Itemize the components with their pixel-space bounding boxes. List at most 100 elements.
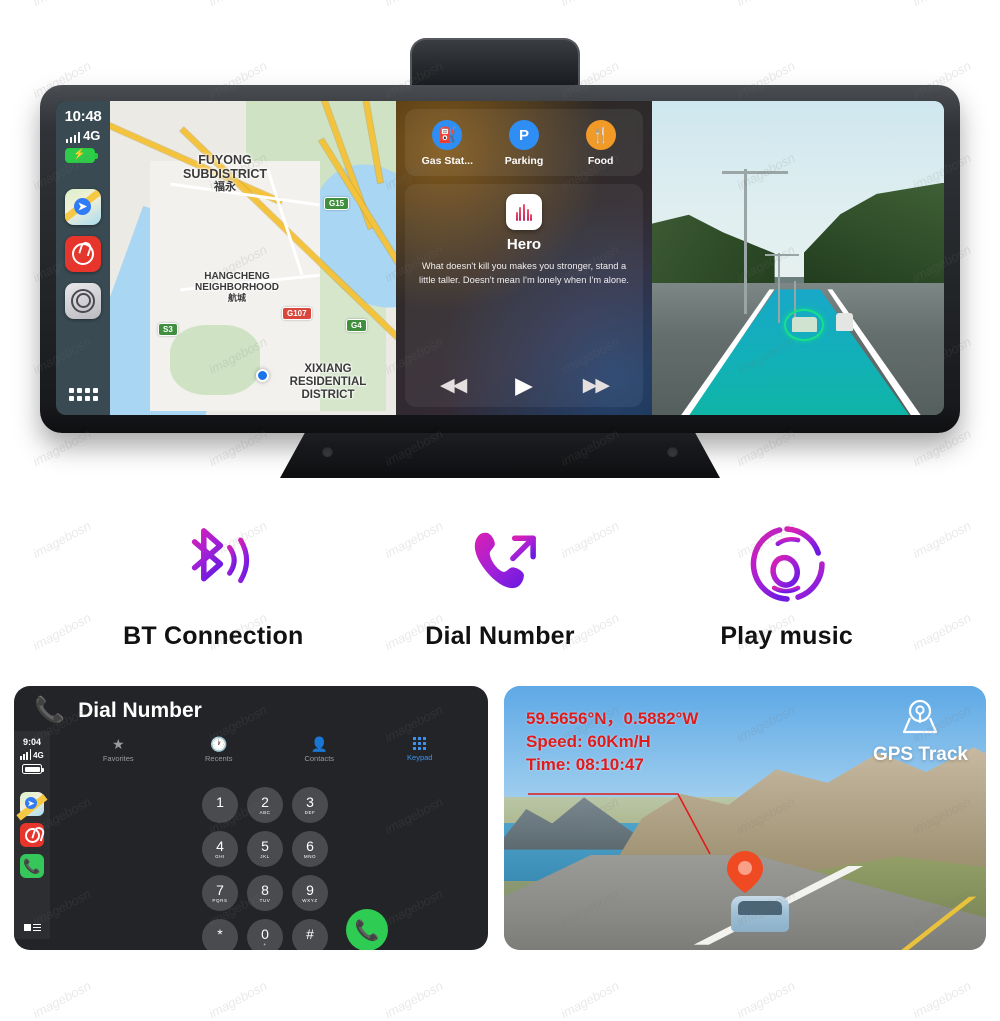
- tab-keypad[interactable]: Keypad: [380, 737, 460, 763]
- clock-icon: 🕐: [210, 736, 228, 752]
- key-digit: 0: [261, 925, 269, 942]
- key-letters: GHI: [215, 854, 225, 860]
- watermark-text: imagebosn: [734, 977, 798, 1021]
- key-letters: PQRS: [212, 898, 228, 904]
- stand-screw-hole: [322, 446, 333, 457]
- location-pin-map-icon: [898, 698, 942, 743]
- parking-p-icon: P: [508, 120, 539, 150]
- tab-contacts[interactable]: 👤 Contacts: [279, 737, 359, 763]
- keypad-key[interactable]: 1: [202, 787, 238, 823]
- dial-main-area: ★ Favorites 🕐 Recents 👤 Contacts Keypad …: [50, 731, 488, 950]
- netease-note-icon: [24, 827, 40, 843]
- dial-number-panel: 📞 Dial Number 9:04 4G ➤ 📞 ★ Favorites 🕐 …: [14, 686, 488, 950]
- quick-action-label: Gas Stat...: [421, 155, 473, 167]
- map-area-label: XIXIANG RESIDENTIAL DISTRICT: [289, 363, 367, 401]
- watermark-text: imagebosn: [206, 977, 270, 1021]
- tab-label: Keypad: [407, 753, 433, 762]
- key-digit: 2: [261, 793, 269, 810]
- keypad-key[interactable]: 3 DEF: [292, 787, 328, 823]
- hero-product-section: 10:48 4G ⚡ ➤ FUYONG SUBDISTRICT 福永 HANGC…: [0, 0, 1000, 500]
- street-lamp: [722, 171, 788, 174]
- person-circle-icon: 👤: [310, 736, 328, 752]
- keypad-key[interactable]: 9 WXYZ: [292, 875, 328, 911]
- watermark-text: imagebosn: [910, 977, 974, 1021]
- fork-knife-icon: 🍴: [585, 120, 616, 150]
- carplay-phone-sidebar: 9:04 4G ➤ 📞: [14, 731, 50, 939]
- rewind-icon[interactable]: ◀◀: [440, 376, 467, 395]
- feature-label: Play music: [720, 621, 853, 650]
- maps-app[interactable]: ➤: [16, 792, 48, 821]
- sidebar-toggle-icon[interactable]: [23, 923, 41, 931]
- carplay-settings-app[interactable]: [65, 282, 101, 319]
- track-title: Hero: [506, 236, 542, 253]
- dashcam-live-view[interactable]: [652, 101, 944, 415]
- fast-forward-icon[interactable]: ▶▶: [583, 376, 610, 395]
- phone-outgoing-icon: 📞: [34, 696, 66, 724]
- route-shield: G107: [282, 307, 312, 320]
- playback-controls: ◀◀ ▶ ▶▶: [415, 374, 633, 399]
- carplay-app-dock: ➤: [65, 188, 101, 319]
- key-digit: 9: [306, 881, 314, 898]
- gps-track-label: GPS Track: [872, 744, 968, 765]
- tab-recents[interactable]: 🕐 Recents: [179, 737, 259, 763]
- feature-play-music: Play music: [647, 516, 927, 651]
- quick-action-gas-station[interactable]: ⛽ Gas Stat...: [409, 120, 485, 167]
- keypad-key[interactable]: 8 TUV: [247, 875, 283, 911]
- key-digit: 6: [306, 837, 314, 854]
- signal-bars-icon: [65, 131, 81, 143]
- key-letters: DEF: [304, 810, 316, 816]
- tracked-vehicle: [730, 895, 789, 932]
- keypad-key[interactable]: #: [292, 919, 328, 950]
- dial-keypad: 1 2 ABC 3 DEF 4 GHI 5 JKL 6 MNO 7 PQRS 8…: [202, 787, 328, 950]
- track-lyrics: What doesn't kill you makes you stronger…: [419, 261, 629, 285]
- feature-dial-number: Dial Number: [360, 516, 640, 651]
- feature-highlights-row: BT Connection Dial Number Play music: [0, 498, 1000, 668]
- carplay-sidebar: 10:48 4G ⚡ ➤: [56, 101, 110, 415]
- device-stand-base: [280, 430, 720, 478]
- keypad-key[interactable]: 0 +: [247, 919, 283, 950]
- network-type-label: 4G: [33, 751, 44, 760]
- camera-mount-bump: [410, 38, 580, 90]
- music-equalizer-icon: [515, 203, 533, 221]
- quick-action-parking[interactable]: P Parking: [486, 120, 562, 167]
- now-playing-card[interactable]: Hero What doesn't kill you makes you str…: [405, 184, 643, 407]
- carplay-interface: 10:48 4G ⚡ ➤ FUYONG SUBDISTRICT 福永 HANGC…: [56, 101, 652, 415]
- key-digit: 7: [216, 881, 224, 898]
- play-icon[interactable]: ▶: [515, 374, 533, 397]
- signal-bars-icon: [20, 749, 32, 760]
- feature-label: Dial Number: [425, 621, 575, 650]
- keypad-key[interactable]: 6 MNO: [292, 831, 328, 867]
- netease-music-app[interactable]: [65, 235, 101, 272]
- phone-outgoing-icon: [454, 516, 546, 612]
- tab-label: Favorites: [102, 754, 134, 763]
- route-shield: G15: [324, 197, 350, 210]
- detected-vehicle: [836, 313, 853, 331]
- watermark-text: imagebosn: [558, 977, 622, 1021]
- call-button[interactable]: 📞: [346, 909, 388, 950]
- street-lamp: [765, 254, 799, 256]
- keypad-key[interactable]: *: [202, 919, 238, 950]
- keypad-key[interactable]: 2 ABC: [247, 787, 283, 823]
- maps-app[interactable]: ➤: [65, 188, 101, 225]
- key-letters: WXYZ: [302, 898, 318, 904]
- netease-note-icon: [72, 242, 94, 265]
- phone-tab-bar: ★ Favorites 🕐 Recents 👤 Contacts Keypad: [50, 731, 488, 763]
- phone-icon: 📞: [23, 858, 41, 874]
- keypad-key[interactable]: 7 PQRS: [202, 875, 238, 911]
- keypad-key[interactable]: 5 JKL: [247, 831, 283, 867]
- phone-app[interactable]: 📞: [20, 854, 44, 878]
- netease-music-app[interactable]: [20, 823, 44, 847]
- keypad-key[interactable]: 4 GHI: [202, 831, 238, 867]
- carplay-map-pane[interactable]: FUYONG SUBDISTRICT 福永 HANGCHENG NEIGHBOR…: [110, 101, 396, 415]
- tab-favorites[interactable]: ★ Favorites: [78, 737, 158, 763]
- quick-action-food[interactable]: 🍴 Food: [563, 120, 639, 167]
- key-letters: JKL: [260, 854, 270, 860]
- key-digit: 5: [261, 837, 269, 854]
- app-launcher-grid-icon[interactable]: [68, 388, 98, 401]
- watermark-text: imagebosn: [382, 977, 446, 1021]
- route-shield: S3: [158, 323, 178, 336]
- dashcam-device-body: 10:48 4G ⚡ ➤ FUYONG SUBDISTRICT 福永 HANGC…: [40, 85, 960, 433]
- key-letters: ABC: [259, 810, 271, 816]
- bluetooth-icon: [167, 516, 259, 612]
- key-digit: #: [306, 925, 314, 942]
